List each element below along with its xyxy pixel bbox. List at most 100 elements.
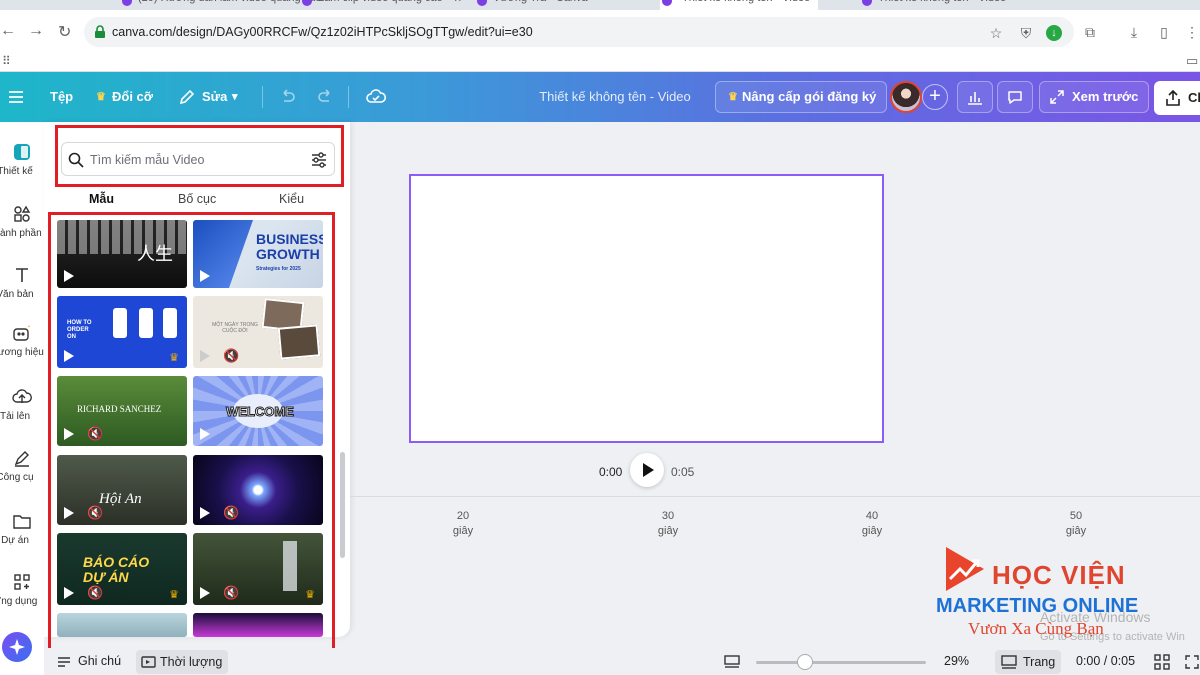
editor-toolbar: Tệp ♛ Đổi cỡ Sửa ▾ Thiết kế không tên - … xyxy=(0,72,1200,122)
rail-label: Thành phần xyxy=(0,228,42,239)
browser-tab[interactable]: Làm clip video quảng cáo - Tr xyxy=(300,0,462,10)
resize-button[interactable]: Đổi cỡ xyxy=(112,72,153,122)
grid-view-icon[interactable] xyxy=(1154,654,1170,670)
browser-address-row: ← → ↻ canva.com/design/DAGy00RRCFw/Qz1z0… xyxy=(0,10,1200,52)
left-rail: Thiết kế Thành phần Văn bản Thương hiệu … xyxy=(0,122,44,675)
browser-tab[interactable]: (20) Hướng dẫn làm video quảng cáo xyxy=(120,0,321,10)
page-view-icon[interactable] xyxy=(724,654,740,670)
divider xyxy=(348,86,349,108)
tab-templates[interactable]: Mẫu xyxy=(89,192,114,206)
templates-highlight-box xyxy=(48,212,335,652)
zoom-slider-handle[interactable] xyxy=(797,654,813,670)
sparkle-icon xyxy=(9,639,25,655)
zoom-level[interactable]: 29% xyxy=(944,648,969,675)
play-button[interactable] xyxy=(630,453,664,487)
edit-menu[interactable]: Sửa xyxy=(202,72,227,122)
zoom-slider-track[interactable] xyxy=(756,661,926,664)
tab-styles[interactable]: Kiểu xyxy=(279,192,304,206)
text-icon xyxy=(16,268,28,282)
redo-icon[interactable] xyxy=(316,87,336,107)
tick-unit: giây xyxy=(861,525,883,537)
design-canvas[interactable] xyxy=(409,174,884,443)
menu-icon[interactable] xyxy=(6,87,26,107)
time-readout: 0:00 / 0:05 xyxy=(1076,654,1136,668)
extensions-icon[interactable]: ⧉ xyxy=(1082,24,1098,40)
design-icon xyxy=(14,144,30,160)
upgrade-label: Nâng cấp gói đăng ký xyxy=(742,89,877,104)
crown-icon: ♛ xyxy=(96,91,106,103)
rail-item-design[interactable]: Thiết kế xyxy=(0,142,44,177)
sidebar-toggle-icon[interactable]: ▯ xyxy=(1156,24,1172,40)
rail-item-brand[interactable]: Thương hiệu xyxy=(0,323,44,358)
rail-label: Ứng dụng xyxy=(0,596,38,607)
reload-icon[interactable]: ↻ xyxy=(58,22,71,42)
share-button[interactable]: Ch xyxy=(1154,81,1200,115)
folder-icon[interactable]: ▭ xyxy=(1186,53,1198,69)
tick-unit: giây xyxy=(657,525,679,537)
apps-grid-icon[interactable]: ⠿ xyxy=(2,54,11,68)
upload-icon xyxy=(12,389,32,403)
address-bar[interactable]: canva.com/design/DAGy00RRCFw/Qz1z02iHTPc… xyxy=(84,17,1074,47)
upgrade-button[interactable]: ♛ Nâng cấp gói đăng ký xyxy=(715,81,888,113)
folder-icon xyxy=(13,515,31,529)
url-text: canva.com/design/DAGy00RRCFw/Qz1z02iHTPc… xyxy=(112,25,533,39)
rail-item-text[interactable]: Văn bản xyxy=(0,265,44,300)
crown-icon: ♛ xyxy=(728,91,738,103)
rail-label: Văn bản xyxy=(0,289,34,300)
tools-icon xyxy=(14,451,29,467)
undo-icon[interactable] xyxy=(277,87,297,107)
rail-label: Thiết kế xyxy=(0,166,33,177)
browser-tab[interactable]: Thiết kế không tên - Video xyxy=(860,0,1006,10)
apps-icon xyxy=(14,574,30,590)
bookmark-star-icon[interactable]: ☆ xyxy=(988,25,1004,41)
design-title[interactable]: Thiết kế không tên - Video xyxy=(520,72,710,122)
notes-label: Ghi chú xyxy=(78,654,122,668)
pages-button[interactable]: Trang xyxy=(995,650,1062,674)
share-icon xyxy=(1166,89,1180,106)
avatar[interactable] xyxy=(890,81,922,113)
watermark-slogan: Vươn Xa Cùng Bạn xyxy=(968,619,1104,638)
notes-icon xyxy=(58,657,70,667)
rail-label: Công cụ xyxy=(0,472,34,483)
rail-item-elements[interactable]: Thành phần xyxy=(0,204,44,239)
duration-button[interactable]: Thời lượng xyxy=(136,650,229,674)
preview-button[interactable]: Xem trước xyxy=(1039,81,1150,113)
pencil-icon xyxy=(179,89,195,105)
rail-item-tools[interactable]: Công cụ xyxy=(0,448,44,483)
tick-unit: giây xyxy=(1065,525,1087,537)
browser-tab[interactable]: Vương Trà - Canva xyxy=(475,0,588,10)
rail-item-uploads[interactable]: Tải lên xyxy=(0,387,44,422)
downloads-icon[interactable]: ⤓ xyxy=(1126,24,1142,40)
timeline-divider xyxy=(350,496,1200,497)
rail-item-projects[interactable]: Dự án xyxy=(0,511,44,546)
notes-button[interactable]: Ghi chú xyxy=(56,648,121,675)
comment-icon xyxy=(1008,91,1022,104)
watermark-title: HỌC VIỆN xyxy=(992,560,1126,590)
comments-button[interactable] xyxy=(997,81,1033,113)
add-collaborator-button[interactable]: + xyxy=(922,84,948,110)
divider xyxy=(262,86,263,108)
chevron-down-icon[interactable]: ▾ xyxy=(232,72,238,122)
browser-tab-active[interactable]: Thiết kế không tên - Video xyxy=(660,0,819,10)
more-icon[interactable]: ⋮ xyxy=(1184,24,1200,40)
tick-value: 40 xyxy=(865,510,879,522)
rail-item-apps[interactable]: Ứng dụng xyxy=(0,572,44,607)
fullscreen-icon[interactable] xyxy=(1184,654,1200,670)
site-info-icon[interactable] xyxy=(94,25,106,39)
insights-button[interactable] xyxy=(957,81,993,113)
timeline-icon xyxy=(141,656,156,668)
tick-value: 20 xyxy=(456,510,470,522)
panel-scrollbar[interactable] xyxy=(340,452,345,558)
current-time: 0:00 xyxy=(599,465,623,479)
file-menu[interactable]: Tệp xyxy=(50,72,73,122)
download-extension-icon[interactable]: ↓ xyxy=(1046,25,1062,41)
tab-layouts[interactable]: Bố cục xyxy=(178,192,216,206)
forward-icon[interactable]: → xyxy=(28,22,44,40)
bookmark-bar: ⠿ ▭ xyxy=(0,52,1200,72)
cloud-saved-icon[interactable] xyxy=(366,87,386,107)
shield-extension-icon[interactable]: ⛨ xyxy=(1018,25,1034,41)
back-icon[interactable]: ← xyxy=(0,22,16,40)
pages-icon xyxy=(1001,655,1017,669)
magic-sparkle-button[interactable] xyxy=(2,632,32,662)
share-label: Ch xyxy=(1188,90,1200,105)
